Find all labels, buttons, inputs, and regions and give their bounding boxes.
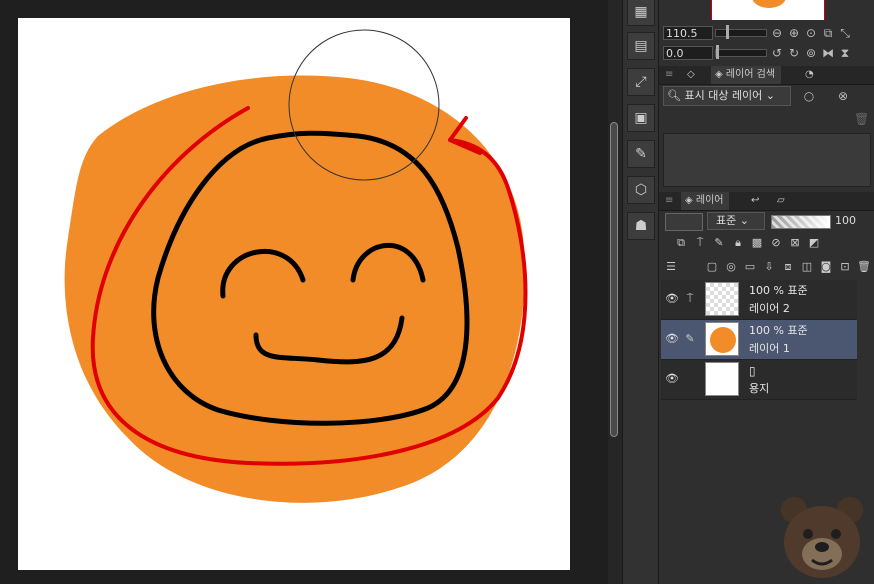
layer-name: 용지 [749,382,770,395]
mask-icon[interactable]: ⊘ [768,235,784,251]
layer-mode-label: 100 % 표준 [749,324,808,337]
layer-panel-menu-icon[interactable]: ≡ [665,192,673,210]
blend-mode-select[interactable]: 표준 ⌄ [707,212,765,230]
fit-window-icon[interactable]: ⤡ [838,26,852,40]
opacity-fill [772,216,830,228]
panel-menu-icon[interactable]: ≡ [665,66,673,84]
canvas-area[interactable] [0,0,608,584]
ruler-icon[interactable]: ⊠ [787,235,803,251]
transform-icon[interactable]: ⤢ [627,68,655,96]
layer-filter-label: 표시 대상 레이어 [684,89,763,102]
paper-canvas[interactable] [18,18,570,570]
layer-tabbar: ≡ ◈ 레이어 ↩ ▱ [659,192,874,211]
eye-icon[interactable]: 👁︎ [665,372,679,386]
flip-vertical-icon[interactable]: ⧗ [838,46,852,60]
layer-color-select[interactable] [665,213,703,231]
rotation-row: 0.0 ↺ ↻ ⊚ ⧓ ⧗ [663,45,852,61]
scrollbar-thumb[interactable] [610,122,618,437]
layer-row-selected[interactable]: 👁︎ ✎ 100 % 표준 레이어 1 [661,320,857,360]
layer-color-icon[interactable]: ◩ [806,235,822,251]
clip-icon[interactable]: ⧉ [673,235,689,251]
search-icon: 🔍︎ [667,89,685,102]
layer-thumbnail [705,362,739,396]
layer-mode-label: 100 % 표준 [749,284,808,297]
lock-icon[interactable]: 🔒︎ [730,235,746,251]
layer-list-icon[interactable]: ☰ [663,259,679,275]
canvas-vertical-scrollbar[interactable] [608,0,622,584]
layer-toggle-row: ⧉ ⍑ ✎ 🔒︎ ▩ ⊘ ⊠ ◩ [673,234,822,252]
reference-layer-icon[interactable]: ⍑ [692,235,708,251]
zoom-input[interactable]: 110.5 [663,26,713,40]
layer-action-row: ☰ ▢ ◎ ▭ ⇩ ⧈ ◫ ◙ ⊡ 🗑︎ [663,258,872,276]
layer-row[interactable]: 👁︎ ▯ 용지 [661,360,857,400]
layer-name: 레이어 1 [749,342,790,355]
layer-name: 레이어 2 [749,302,790,315]
tab-layer-search-label: 레이어 검색 [725,69,776,80]
search-results [663,133,871,187]
layer-row[interactable]: 👁︎ ⍑ 100 % 표준 레이어 2 [661,280,857,320]
apply-mask-icon[interactable]: ⊡ [837,259,853,275]
tab-layer[interactable]: ◈ 레이어 [681,192,730,210]
blend-mode-label: 표준 [716,214,737,227]
zoom-out-icon[interactable]: ⊖ [770,26,784,40]
opacity-value[interactable]: 100 [835,212,856,230]
layer-property-icon[interactable]: ▣ [627,104,655,132]
tab-autoaction-icon[interactable]: ▱ [777,192,785,210]
tab-other-icon[interactable]: ◇ [687,66,695,84]
fit-screen-icon[interactable]: ⧉ [821,26,835,40]
rotation-slider[interactable] [715,45,767,59]
color-grid-icon[interactable]: ▦ [627,0,655,26]
search-option-icon[interactable]: ○ [802,89,816,103]
rotation-input[interactable]: 0.0 [663,46,713,60]
tab-history-icon[interactable]: ↩ [751,192,759,210]
tab-layer-label: 레이어 [695,195,724,206]
layer-filter-select[interactable]: 🔍︎ 표시 대상 레이어 ⌄ [663,86,791,106]
lock-transparent-icon[interactable]: ▩ [749,235,765,251]
new-vector-layer-icon[interactable]: ◎ [723,259,739,275]
material-panel-icon[interactable]: ▤ [627,32,655,60]
tab-layer-search[interactable]: ◈ 레이어 검색 [711,66,782,84]
tab-extra-icon[interactable]: ◔ [805,66,814,84]
reset-rotation-icon[interactable]: ⊚ [804,46,818,60]
layer-thumbnail [705,322,739,356]
opacity-slider[interactable] [771,215,831,229]
layers-icon: ◈ [715,69,726,80]
new-folder-icon[interactable]: ▭ [742,259,758,275]
transfer-down-icon[interactable]: ⇩ [761,259,777,275]
paper-icon: ▯ [749,364,756,378]
panel-icon-strip: ▦ ▤ ⤢ ▣ ✎ ⬡ ☗ [622,0,659,584]
rotate-right-icon[interactable]: ↻ [787,46,801,60]
edit-icon[interactable]: ✎ [627,140,655,168]
drawing [64,29,528,503]
zoom-row: 110.5 ⊖ ⊕ ⊙ ⧉ ⤡ [663,25,852,41]
trash-icon[interactable]: 🗑︎ [854,112,869,126]
navigator-preview[interactable] [711,0,825,20]
clear-search-icon[interactable]: ⊗ [836,89,850,103]
new-raster-layer-icon[interactable]: ▢ [704,259,720,275]
pose-figure-icon[interactable]: ☗ [627,212,655,240]
add-mask-icon[interactable]: ◙ [818,259,834,275]
reference-icon: ⍑ [686,292,694,305]
zoom-slider[interactable] [715,25,767,39]
3d-object-icon[interactable]: ⬡ [627,176,655,204]
eye-icon[interactable]: 👁︎ [665,292,679,306]
rotate-left-icon[interactable]: ↺ [770,46,784,60]
flip-horizontal-icon[interactable]: ⧓ [821,46,835,60]
layer-thumbnail [705,282,739,316]
draft-layer-icon[interactable]: ✎ [711,235,727,251]
merge-layers-icon[interactable]: ◫ [799,259,815,275]
eye-icon[interactable]: 👁︎ [665,332,679,346]
layers-icon: ◈ [685,195,696,206]
merge-down-icon[interactable]: ⧈ [780,259,796,275]
delete-layer-icon[interactable]: 🗑︎ [856,259,872,275]
fit-icon[interactable]: ⊙ [804,26,818,40]
pen-icon: ✎ [685,332,695,345]
layer-search-tabbar: ≡ ◇ ◈ 레이어 검색 ◔ [659,66,874,85]
bear-mascot-watermark [781,497,863,578]
zoom-in-icon[interactable]: ⊕ [787,26,801,40]
